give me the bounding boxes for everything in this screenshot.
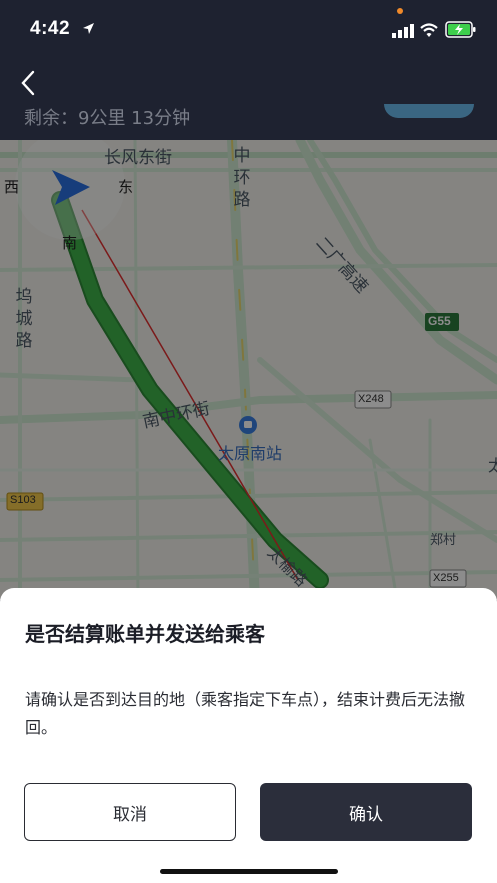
status-bar: 4:42 bbox=[0, 0, 497, 60]
location-arrow-icon bbox=[83, 23, 94, 34]
home-indicator[interactable] bbox=[160, 869, 338, 874]
signal-icon bbox=[392, 24, 414, 38]
confirm-settlement-dialog: 是否结算账单并发送给乘客 请确认是否到达目的地（乘客指定下车点），结束计费后无法… bbox=[0, 588, 497, 883]
map-dim-overlay bbox=[0, 140, 497, 600]
chevron-left-icon bbox=[21, 70, 35, 96]
battery-charging-icon bbox=[445, 21, 476, 38]
dialog-message: 请确认是否到达目的地（乘客指定下车点），结束计费后无法撤回。 bbox=[25, 690, 466, 737]
nav-status-pill bbox=[384, 104, 474, 118]
back-button[interactable] bbox=[14, 68, 44, 98]
dialog-title: 是否结算账单并发送给乘客 bbox=[25, 622, 265, 646]
status-time: 4:42 bbox=[30, 18, 71, 39]
wifi-icon bbox=[420, 23, 438, 37]
privacy-indicator bbox=[397, 8, 403, 14]
remaining-distance-time: 剩余：9公里 13分钟 bbox=[24, 108, 191, 129]
cancel-button[interactable]: 取消 bbox=[24, 783, 236, 841]
confirm-button[interactable]: 确认 bbox=[260, 783, 472, 841]
navigation-header: 剩余：9公里 13分钟 bbox=[0, 60, 497, 140]
